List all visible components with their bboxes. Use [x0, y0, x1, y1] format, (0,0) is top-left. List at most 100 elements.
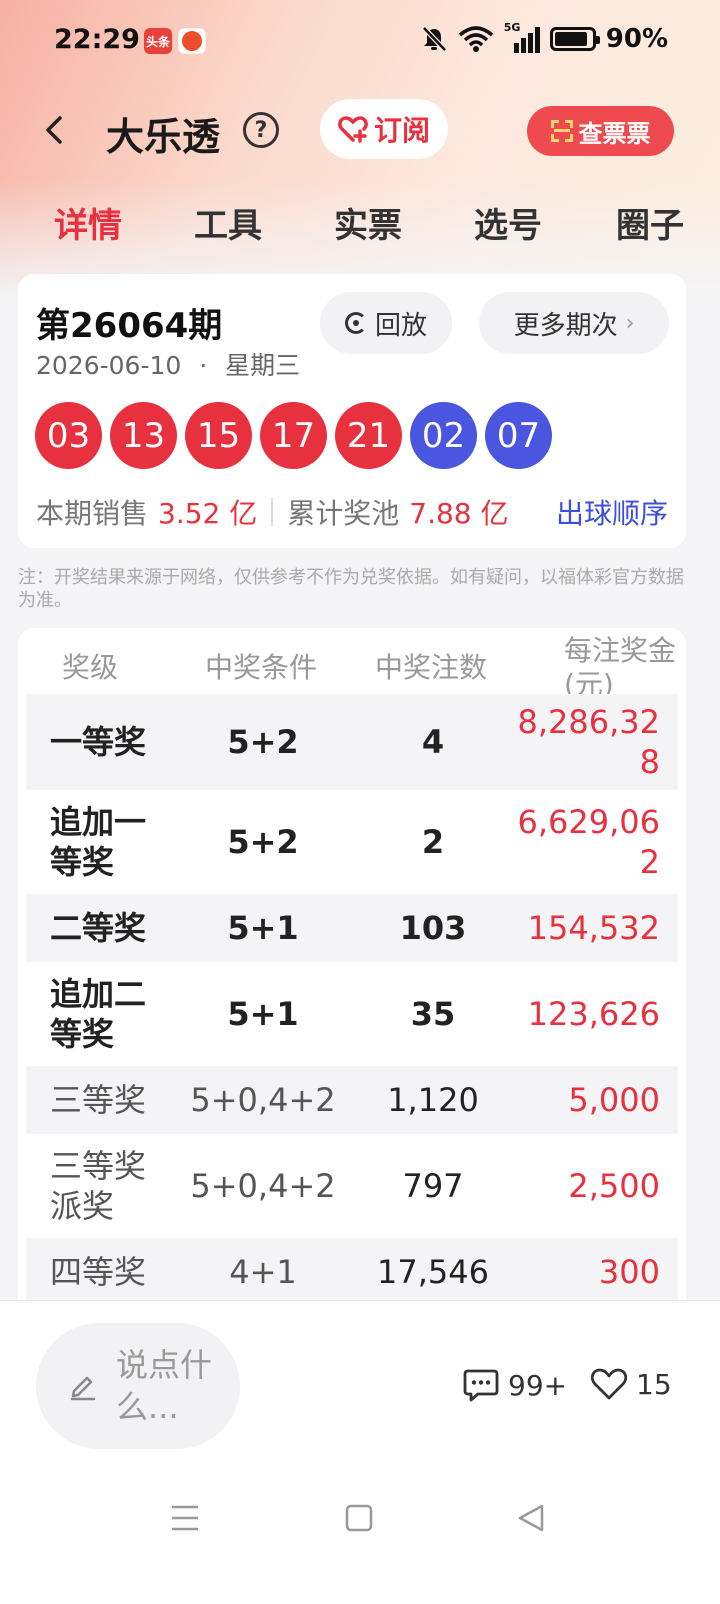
red-ball: 13	[110, 402, 177, 469]
mute-bell-icon	[421, 26, 447, 52]
like-count: 15	[636, 1367, 672, 1401]
blue-ball: 02	[410, 402, 477, 469]
draw-weekday: 星期三	[225, 351, 301, 380]
prize-amount: 8,286,328	[517, 703, 661, 781]
scan-icon	[550, 120, 573, 142]
subscribe-button[interactable]: 订阅	[320, 99, 448, 159]
heart-plus-icon	[338, 116, 368, 143]
prize-amount: 300	[598, 1253, 660, 1291]
page-title: 大乐透	[106, 115, 221, 159]
tab-tools[interactable]: 工具	[194, 198, 262, 247]
back-triangle-icon[interactable]	[516, 1502, 546, 1534]
prize-level: 三等奖	[50, 1081, 147, 1119]
red-ball: 17	[260, 402, 327, 469]
sales-summary: 本期销售 3.52 亿 累计奖池 7.88 亿 出球顺序	[36, 492, 668, 532]
app-notification-icon	[178, 28, 206, 54]
prize-level: 一等奖	[50, 723, 147, 761]
prize-level: 三等奖派奖	[50, 1147, 147, 1225]
replay-icon	[344, 312, 367, 334]
prize-level: 四等奖	[50, 1253, 147, 1291]
system-navigation-bar	[0, 1490, 720, 1560]
comments-button[interactable]: 99+	[462, 1367, 567, 1403]
table-row: 三等奖 5+0,4+2 1,120 5,000	[26, 1066, 678, 1134]
draw-date: 2026-06-10	[36, 351, 182, 380]
pen-icon	[70, 1376, 96, 1401]
back-icon[interactable]	[36, 110, 76, 150]
ball-order-link[interactable]: 出球顺序	[556, 492, 668, 532]
prize-condition: 5+0,4+2	[190, 1167, 336, 1205]
like-button[interactable]: 15	[590, 1367, 672, 1401]
winner-count: 103	[399, 909, 467, 947]
tab-community[interactable]: 圈子	[616, 198, 684, 247]
sales-label: 本期销售	[36, 497, 149, 530]
comment-input[interactable]: 说点什么...	[36, 1323, 240, 1449]
comment-count: 99+	[508, 1368, 568, 1402]
prize-amount: 5,000	[568, 1081, 660, 1119]
red-ball: 03	[35, 402, 102, 469]
more-periods-label: 更多期次	[513, 310, 618, 341]
wifi-icon	[458, 26, 493, 52]
prize-condition: 5+2	[227, 823, 299, 861]
header-winner-count: 中奖注数	[375, 651, 488, 684]
status-bar: 22:29 头条 5G 90%	[0, 0, 720, 80]
prize-level: 追加一等奖	[50, 803, 147, 881]
divider	[271, 498, 274, 526]
red-ball: 15	[185, 402, 252, 469]
comment-placeholder: 说点什么...	[116, 1346, 213, 1426]
battery-level	[554, 32, 588, 46]
table-row: 二等奖 5+1 103 154,532	[26, 894, 678, 962]
winning-numbers: 03 13 15 17 21 02 07	[35, 402, 552, 469]
network-label: 5G	[503, 21, 521, 34]
menu-icon[interactable]	[170, 1502, 200, 1534]
help-icon[interactable]: ?	[243, 112, 279, 148]
table-row: 三等奖派奖 5+0,4+2 797 2,500	[26, 1134, 678, 1238]
winner-count: 35	[410, 995, 456, 1033]
prize-table: 奖级 中奖条件 中奖注数 每注奖金(元) 一等奖 5+2 4 8,286,328…	[18, 628, 686, 1308]
table-body: 一等奖 5+2 4 8,286,328 追加一等奖 5+2 2 6,629,06…	[26, 694, 678, 1306]
heart-icon	[590, 1368, 628, 1400]
prize-amount: 154,532	[527, 909, 660, 947]
replay-button[interactable]: 回放	[320, 292, 452, 354]
draw-result-card: 第26064期 2026-06-10 · 星期三 回放 更多期次 › 03 13…	[18, 274, 686, 548]
prize-amount: 2,500	[568, 1167, 660, 1205]
comment-icon	[463, 1369, 499, 1402]
winner-count: 17,546	[377, 1253, 489, 1291]
red-ball: 21	[335, 402, 402, 469]
tab-pick-numbers[interactable]: 选号	[474, 198, 542, 247]
prize-level: 二等奖	[50, 909, 147, 947]
winner-count: 2	[421, 823, 445, 861]
tab-real-tickets[interactable]: 实票	[334, 198, 402, 247]
header-prize-amount: 每注奖金(元)	[564, 634, 677, 701]
check-ticket-button[interactable]: 查票票	[527, 106, 674, 156]
prize-amount: 6,629,062	[517, 803, 661, 881]
more-periods-button[interactable]: 更多期次 ›	[479, 292, 669, 354]
check-ticket-label: 查票票	[578, 119, 651, 148]
sales-value: 3.52 亿	[158, 497, 258, 530]
date-separator: ·	[199, 351, 208, 380]
chevron-right-icon: ›	[625, 310, 635, 336]
winner-count: 1,120	[387, 1081, 479, 1119]
table-header: 奖级 中奖条件 中奖注数 每注奖金(元)	[18, 628, 686, 701]
subscribe-label: 订阅	[373, 114, 430, 147]
header-condition: 中奖条件	[205, 651, 318, 684]
prize-level: 追加二等奖	[50, 975, 147, 1053]
table-row: 追加一等奖 5+2 2 6,629,062	[26, 790, 678, 894]
tab-details[interactable]: 详情	[54, 198, 122, 247]
status-time: 22:29	[54, 24, 140, 55]
prize-condition: 5+2	[227, 723, 299, 761]
replay-label: 回放	[374, 310, 427, 341]
table-row: 追加二等奖 5+1 35 123,626	[26, 962, 678, 1066]
draw-date-line: 2026-06-10 · 星期三	[36, 346, 300, 382]
pool-label: 累计奖池	[287, 497, 400, 530]
prize-condition: 5+1	[227, 909, 299, 947]
toutiao-badge-icon: 头条	[144, 28, 172, 54]
prize-condition: 5+1	[227, 995, 299, 1033]
prize-condition: 5+0,4+2	[190, 1081, 336, 1119]
battery-icon	[549, 27, 600, 51]
winner-count: 797	[402, 1167, 464, 1205]
disclaimer-note: 注：开奖结果来源于网络，仅供参考不作为兑奖依据。如有疑问，以福体彩官方数据为准。	[18, 567, 684, 611]
winner-count: 4	[421, 723, 445, 761]
draw-period: 第26064期	[36, 306, 223, 346]
home-icon[interactable]	[344, 1502, 374, 1534]
header-prize-level: 奖级	[62, 651, 119, 684]
